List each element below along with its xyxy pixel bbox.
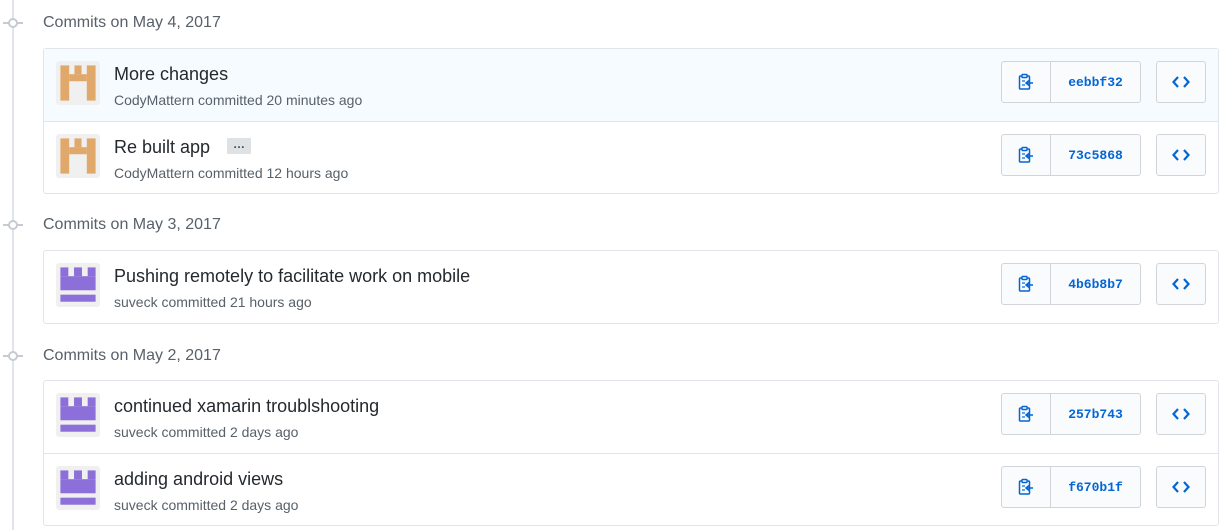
- commit-list: continued xamarin troublshooting suveck …: [43, 380, 1219, 526]
- browse-repo-button[interactable]: [1156, 134, 1206, 176]
- commit-group-header: Commits on May 3, 2017: [0, 214, 1225, 236]
- commit-message-link[interactable]: continued xamarin troublshooting: [114, 394, 379, 418]
- commit-list: Pushing remotely to facilitate work on m…: [43, 250, 1219, 324]
- browse-repo-button[interactable]: [1156, 393, 1206, 435]
- commit-meta: CodyMattern committed 20 minutes ago: [114, 90, 362, 110]
- sha-button-group: 257b743: [1001, 393, 1141, 435]
- commit-row: More changes CodyMattern committed 20 mi…: [44, 49, 1218, 121]
- commit-row: Re built app … CodyMattern committed 12 …: [44, 121, 1218, 193]
- avatar[interactable]: [56, 263, 100, 307]
- commit-time: 2 days ago: [229, 497, 299, 513]
- clippy-icon: [1018, 146, 1033, 163]
- expand-message-button[interactable]: …: [227, 138, 251, 154]
- commit-time: 12 hours ago: [266, 165, 349, 181]
- commit-verb: committed: [161, 294, 227, 310]
- commit-group-title: Commits on May 3, 2017: [43, 216, 221, 233]
- copy-sha-button[interactable]: [1002, 264, 1051, 304]
- clippy-icon: [1018, 73, 1033, 90]
- commit-group: Commits on May 3, 2017 Pushing remotely …: [0, 214, 1225, 324]
- commit-row: continued xamarin troublshooting suveck …: [44, 381, 1218, 453]
- commit-author-link[interactable]: CodyMattern: [114, 165, 194, 181]
- timeline-line: [12, 0, 14, 530]
- commit-sha-link[interactable]: 4b6b8b7: [1051, 264, 1140, 304]
- commit-group: Commits on May 4, 2017 More changes Cody…: [0, 12, 1225, 194]
- commit-verb: committed: [198, 92, 263, 108]
- git-commit-icon: [3, 18, 23, 28]
- copy-sha-button[interactable]: [1002, 467, 1051, 507]
- browse-repo-button[interactable]: [1156, 466, 1206, 508]
- commit-meta: suveck committed 21 hours ago: [114, 292, 312, 312]
- sha-button-group: 4b6b8b7: [1001, 263, 1141, 305]
- commit-group-title: Commits on May 2, 2017: [43, 347, 221, 364]
- avatar[interactable]: [56, 393, 100, 437]
- code-icon: [1172, 149, 1190, 161]
- commit-group-header: Commits on May 2, 2017: [0, 345, 1225, 367]
- commit-author-link[interactable]: suveck: [114, 294, 158, 310]
- commit-list: More changes CodyMattern committed 20 mi…: [43, 48, 1219, 194]
- copy-sha-button[interactable]: [1002, 394, 1051, 434]
- code-icon: [1172, 76, 1190, 88]
- git-commit-icon: [3, 351, 23, 361]
- commit-message-link[interactable]: Re built app: [114, 135, 210, 159]
- commit-group-title: Commits on May 4, 2017: [43, 14, 221, 31]
- commit-sha-link[interactable]: 257b743: [1051, 394, 1140, 434]
- avatar[interactable]: [56, 134, 100, 178]
- browse-repo-button[interactable]: [1156, 263, 1206, 305]
- commit-message-link[interactable]: Pushing remotely to facilitate work on m…: [114, 264, 470, 288]
- copy-sha-button[interactable]: [1002, 135, 1051, 175]
- commit-meta: CodyMattern committed 12 hours ago: [114, 163, 348, 183]
- avatar[interactable]: [56, 466, 100, 510]
- sha-button-group: f670b1f: [1001, 466, 1141, 508]
- commit-row: adding android views suveck committed 2 …: [44, 453, 1218, 525]
- git-commit-icon: [3, 220, 23, 230]
- clippy-icon: [1018, 405, 1033, 422]
- clippy-icon: [1018, 478, 1033, 495]
- commit-author-link[interactable]: CodyMattern: [114, 92, 194, 108]
- commit-time: 2 days ago: [229, 424, 299, 440]
- commit-message-link[interactable]: adding android views: [114, 467, 283, 491]
- sha-button-group: 73c5868: [1001, 134, 1141, 176]
- commit-message-link[interactable]: More changes: [114, 62, 228, 86]
- commit-meta: suveck committed 2 days ago: [114, 495, 298, 515]
- code-icon: [1172, 408, 1190, 420]
- commit-row: Pushing remotely to facilitate work on m…: [44, 251, 1218, 323]
- commit-author-link[interactable]: suveck: [114, 424, 158, 440]
- clippy-icon: [1018, 275, 1033, 292]
- avatar[interactable]: [56, 61, 100, 105]
- commit-sha-link[interactable]: eebbf32: [1051, 62, 1140, 102]
- commit-sha-link[interactable]: f670b1f: [1051, 467, 1140, 507]
- commit-time: 20 minutes ago: [266, 92, 363, 108]
- commit-time: 21 hours ago: [229, 294, 312, 310]
- commit-sha-link[interactable]: 73c5868: [1051, 135, 1140, 175]
- commit-verb: committed: [198, 165, 263, 181]
- copy-sha-button[interactable]: [1002, 62, 1051, 102]
- code-icon: [1172, 481, 1190, 493]
- commit-group-header: Commits on May 4, 2017: [0, 12, 1225, 34]
- browse-repo-button[interactable]: [1156, 61, 1206, 103]
- commit-author-link[interactable]: suveck: [114, 497, 158, 513]
- code-icon: [1172, 278, 1190, 290]
- commit-verb: committed: [161, 497, 227, 513]
- sha-button-group: eebbf32: [1001, 61, 1141, 103]
- commit-group: Commits on May 2, 2017 continued xamarin…: [0, 345, 1225, 526]
- commit-meta: suveck committed 2 days ago: [114, 422, 298, 442]
- commit-verb: committed: [161, 424, 227, 440]
